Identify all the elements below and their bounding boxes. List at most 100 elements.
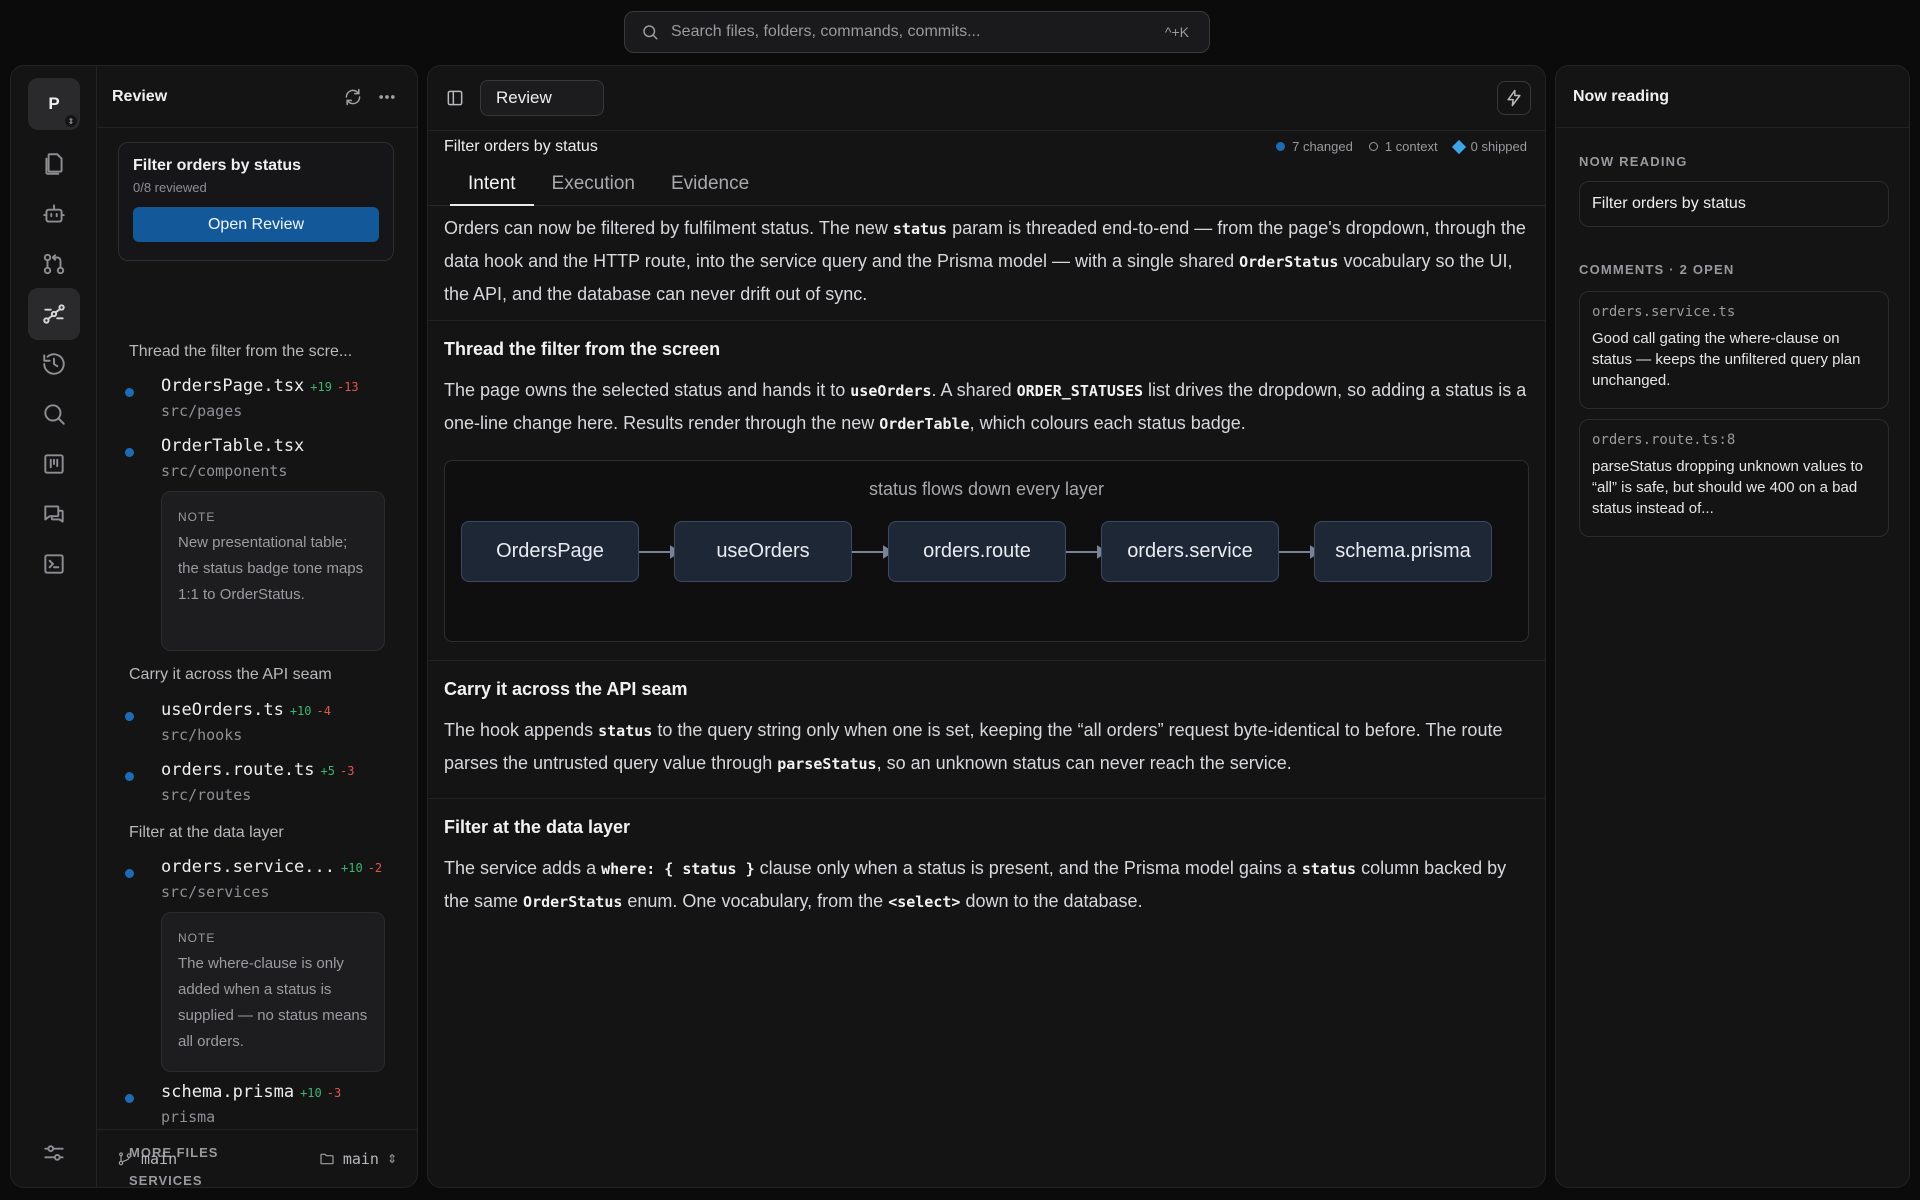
file-path: prisma xyxy=(161,1108,216,1126)
section-thread-filter: Thread the filter from the screen The pa… xyxy=(428,320,1545,660)
section-paragraph: The service adds a where: { status } cla… xyxy=(444,858,1507,911)
comment-card[interactable]: orders.route.ts:8 parseStatus dropping u… xyxy=(1579,419,1889,537)
deletions-count: -2 xyxy=(367,861,383,875)
folder-name: main xyxy=(342,1149,379,1168)
tab-evidence[interactable]: Evidence xyxy=(653,162,767,205)
workspace-avatar[interactable]: P ⇕ xyxy=(28,78,80,130)
section-title: Filter at the data layer xyxy=(444,817,631,837)
note-label: NOTE xyxy=(178,510,216,524)
chat-icon[interactable] xyxy=(28,488,80,540)
file-note: NOTE New presentational table; the statu… xyxy=(161,491,385,651)
review-main-panel: Review Filter orders by status 7 changed… xyxy=(427,65,1546,1188)
file-name: OrderTable.tsx xyxy=(161,436,305,456)
file-name: orders.route.ts xyxy=(161,760,315,780)
note-label: NOTE xyxy=(178,931,216,945)
tree-section-header[interactable]: Thread the filter from the scre... xyxy=(129,343,352,361)
section-title: Thread the filter from the screen xyxy=(444,339,721,359)
tab-intent[interactable]: Intent xyxy=(450,162,534,206)
deletions-count: -3 xyxy=(326,1086,342,1100)
additions-count: +19 xyxy=(310,380,332,394)
review-sidebar: Review Filter orders by status 0/8 revie… xyxy=(97,66,417,1187)
flow-icon[interactable] xyxy=(28,288,80,340)
deletions-count: -4 xyxy=(316,704,331,718)
intro-paragraph: Orders can now be filtered by fulfilment… xyxy=(444,218,1526,304)
more-icon[interactable] xyxy=(373,83,401,111)
comment-file: orders.service.ts xyxy=(1592,304,1736,320)
section-paragraph: The hook appends status to the query str… xyxy=(444,720,1503,773)
additions-count: +5 xyxy=(320,764,335,778)
content-tabs: Intent Execution Evidence xyxy=(428,162,1545,206)
tree-section-header[interactable]: Carry it across the API seam xyxy=(129,666,332,684)
chevron-updown-icon: ⇕ xyxy=(65,115,77,127)
flow-node-useorders: useOrders xyxy=(674,521,852,582)
tree-section-header[interactable]: Filter at the data layer xyxy=(129,824,284,842)
icon-rail: P ⇕ xyxy=(11,66,97,1187)
branch-selector[interactable]: main xyxy=(117,1150,177,1168)
deletions-count: -13 xyxy=(336,380,359,394)
tab-execution[interactable]: Execution xyxy=(534,162,653,205)
section-paragraph: The page owns the selected status and ha… xyxy=(444,380,1527,433)
review-sidebar-title: Review xyxy=(112,87,168,105)
search-icon[interactable] xyxy=(28,388,80,440)
comment-text: Good call gating the where-clause on sta… xyxy=(1592,330,1861,389)
comment-card[interactable]: orders.service.ts Good call gating the w… xyxy=(1579,291,1889,409)
search-shortcut: ^+K xyxy=(1164,24,1189,40)
note-text: The where-clause is only added when a st… xyxy=(178,955,368,1050)
file-path: src/components xyxy=(161,462,288,480)
now-reading-item[interactable]: Filter orders by status xyxy=(1579,181,1889,227)
flow-node-orders-route: orders.route xyxy=(888,521,1066,582)
file-name: OrdersPage.tsx xyxy=(161,376,305,396)
file-path: src/routes xyxy=(161,786,252,804)
changed-dot xyxy=(125,448,134,457)
deletions-count: -3 xyxy=(339,764,355,778)
lightning-icon[interactable] xyxy=(1497,81,1531,115)
review-title-row: Filter orders by status 7 changed 1 cont… xyxy=(428,130,1545,162)
board-icon[interactable] xyxy=(28,438,80,490)
file-note: NOTE The where-clause is only added when… xyxy=(161,912,385,1072)
additions-count: +10 xyxy=(300,1086,322,1100)
file-path: src/pages xyxy=(161,402,243,420)
pull-request-icon[interactable] xyxy=(28,238,80,290)
review-card-title: Filter orders by status xyxy=(133,157,302,174)
chevron-updown-icon: ⇕ xyxy=(386,1151,397,1166)
folder-selector[interactable]: main ⇕ xyxy=(319,1150,397,1168)
flow-node-orderspage: OrdersPage xyxy=(461,521,639,582)
refresh-icon[interactable] xyxy=(339,83,367,111)
additions-count: +10 xyxy=(289,704,312,718)
open-review-button[interactable]: Open Review xyxy=(133,207,379,242)
now-reading-panel: Now reading NOW READING Filter orders by… xyxy=(1555,65,1910,1188)
comment-file: orders.route.ts:8 xyxy=(1592,432,1736,448)
status-flow-diagram: status flows down every layer OrdersPage… xyxy=(444,460,1529,642)
settings-sliders-icon[interactable] xyxy=(41,1140,67,1171)
branch-name: main xyxy=(141,1149,178,1168)
changed-dot xyxy=(125,772,134,781)
note-text: New presentational table; the status bad… xyxy=(178,534,364,603)
history-icon[interactable] xyxy=(28,338,80,390)
search-icon xyxy=(643,25,658,40)
review-card: Filter orders by status 0/8 reviewed Ope… xyxy=(118,142,394,261)
review-sidebar-header: Review xyxy=(97,66,417,128)
context-stat: 1 context xyxy=(1368,139,1438,154)
left-panel: P ⇕ Review Filter orders by status 0/8 r… xyxy=(10,65,418,1188)
shipped-stat: 0 shipped xyxy=(1451,139,1527,154)
global-search-bar[interactable]: Search files, folders, commands, commits… xyxy=(624,11,1210,53)
main-toolbar: Review xyxy=(428,66,1545,130)
changed-dot xyxy=(125,388,134,397)
flow-node-orders-service: orders.service xyxy=(1101,521,1279,582)
file-path: src/hooks xyxy=(161,726,243,744)
section-title: Carry it across the API seam xyxy=(444,679,688,699)
files-icon[interactable] xyxy=(28,138,80,190)
avatar-initial: P xyxy=(48,94,60,113)
terminal-icon[interactable] xyxy=(28,538,80,590)
flow-node-schema-prisma: schema.prisma xyxy=(1314,521,1492,582)
section-api-seam: Carry it across the API seam The hook ap… xyxy=(428,660,1545,798)
sidebar-toggle-icon[interactable] xyxy=(440,83,470,113)
search-placeholder: Search files, folders, commands, commits… xyxy=(671,23,981,40)
sidebar-footer: main main ⇕ xyxy=(97,1129,417,1187)
review-tab-pill[interactable]: Review xyxy=(480,80,604,116)
changed-stat: 7 changed xyxy=(1276,139,1353,154)
git-branch-icon xyxy=(118,1151,132,1165)
file-name: schema.prisma xyxy=(161,1082,295,1102)
robot-icon[interactable] xyxy=(28,188,80,240)
now-reading-title: Now reading xyxy=(1556,66,1909,128)
